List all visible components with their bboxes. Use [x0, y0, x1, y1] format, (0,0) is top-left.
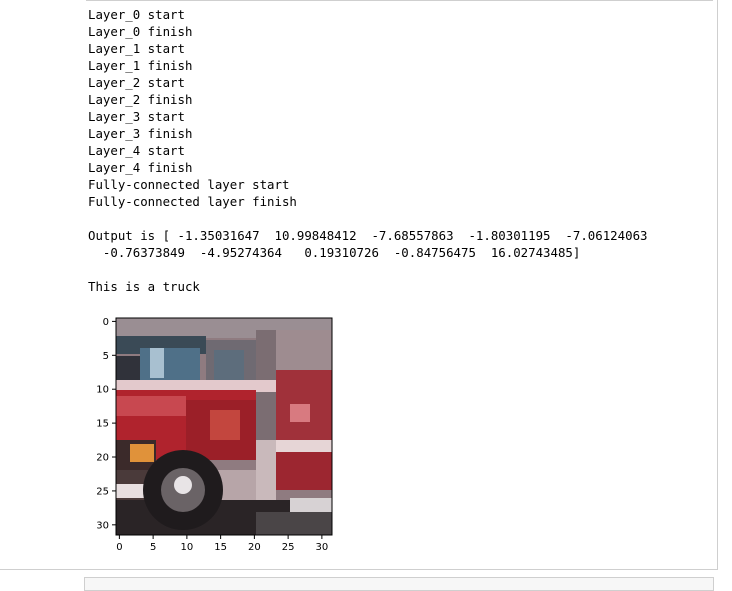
x-tick-label: 30: [316, 542, 329, 553]
truck-image-plot: 0 5 10 15 20 25 30 0 5 10 15 20 25 30: [96, 317, 333, 553]
y-tick-label: 25: [96, 486, 109, 497]
x-axis: 0 5 10 15 20 25 30: [116, 535, 328, 553]
x-tick-label: 0: [116, 542, 122, 553]
y-tick-label: 15: [96, 419, 109, 430]
y-axis: 0 5 10 15 20 25 30: [96, 317, 116, 531]
y-tick-label: 30: [96, 520, 109, 531]
truck-image: [116, 318, 332, 535]
y-tick-label: 10: [96, 385, 109, 396]
x-tick-label: 10: [181, 542, 194, 553]
x-tick-label: 15: [214, 542, 227, 553]
x-tick-label: 5: [150, 542, 156, 553]
y-tick-label: 20: [96, 453, 109, 464]
y-tick-label: 0: [103, 317, 109, 328]
x-tick-label: 20: [248, 542, 261, 553]
x-tick-label: 25: [282, 542, 295, 553]
y-tick-label: 5: [103, 351, 109, 362]
